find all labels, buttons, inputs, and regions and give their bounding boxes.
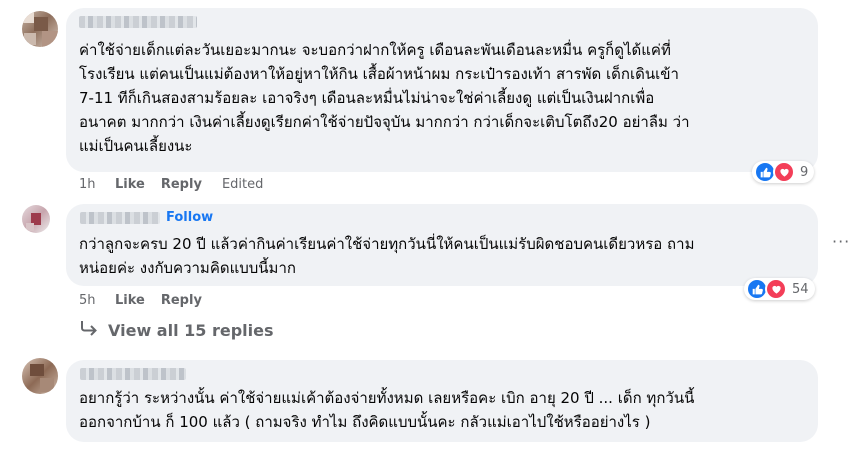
edited-label[interactable]: Edited <box>222 177 263 192</box>
love-reaction-icon <box>765 278 787 300</box>
reaction-summary[interactable]: 54 <box>744 278 815 300</box>
like-button[interactable]: Like <box>115 293 145 308</box>
comment-text: กว่าลูกจะครบ 20 ปี แล้วค่ากินค่าเรียนค่า… <box>79 235 695 277</box>
reply-arrow-icon <box>80 320 98 340</box>
comment-actions: 1h Like Reply Edited <box>79 176 263 192</box>
avatar[interactable] <box>22 205 50 233</box>
reply-button[interactable]: Reply <box>161 293 202 308</box>
author-name-redacted[interactable] <box>80 368 186 380</box>
like-button[interactable]: Like <box>115 177 145 192</box>
love-reaction-icon <box>773 161 795 183</box>
follow-button[interactable]: Follow <box>166 210 213 225</box>
comment-bubble: Follow กว่าลูกจะครบ 20 ปี แล้วค่ากินค่าเ… <box>66 204 818 286</box>
author-name-redacted[interactable] <box>79 16 197 28</box>
reaction-count: 9 <box>800 164 809 180</box>
comment-text: อยากรู้ว่า ระหว่างนั้น ค่าใช้จ่ายแม่เค้า… <box>79 389 695 431</box>
more-options-icon[interactable]: ··· <box>832 232 850 251</box>
author-name-redacted[interactable] <box>80 212 160 224</box>
reaction-count: 54 <box>792 281 809 297</box>
comment-text: ค่าใช้จ่ายเด็กแต่ละวันเยอะมากนะ จะบอกว่า… <box>79 41 690 155</box>
comment-time[interactable]: 1h <box>79 177 115 192</box>
reaction-summary[interactable]: 9 <box>752 161 815 183</box>
reply-button[interactable]: Reply <box>161 177 202 192</box>
view-all-replies-label: View all 15 replies <box>108 320 274 340</box>
comment-bubble: อยากรู้ว่า ระหว่างนั้น ค่าใช้จ่ายแม่เค้า… <box>66 360 818 442</box>
view-all-replies-link[interactable]: View all 15 replies <box>80 320 274 340</box>
avatar[interactable] <box>22 358 58 394</box>
comment-time[interactable]: 5h <box>79 293 115 308</box>
comment-bubble: ค่าใช้จ่ายเด็กแต่ละวันเยอะมากนะ จะบอกว่า… <box>66 8 818 172</box>
avatar[interactable] <box>22 11 58 47</box>
comment-actions: 5h Like Reply <box>79 292 218 308</box>
